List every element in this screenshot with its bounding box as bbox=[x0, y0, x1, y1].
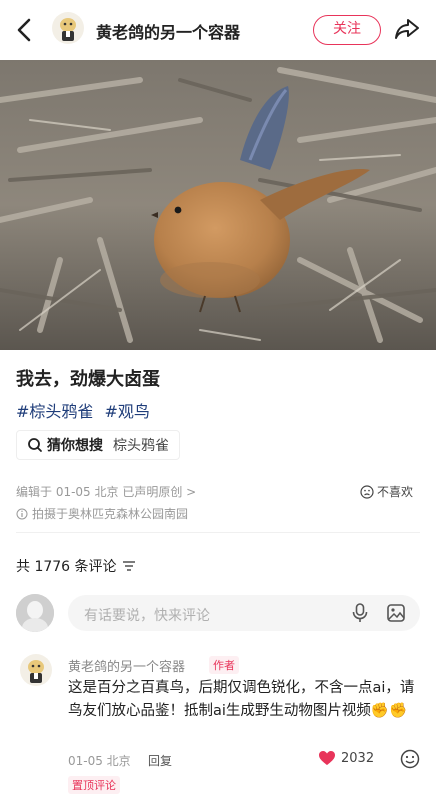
pinned-badge: 置顶评论 bbox=[68, 776, 120, 794]
top-bar: 黄老鸽的另一个容器 关注 bbox=[0, 0, 436, 60]
guess-term[interactable]: 棕头鸦雀 bbox=[113, 435, 169, 455]
divider bbox=[16, 532, 420, 533]
my-avatar bbox=[16, 594, 54, 632]
post-photo[interactable] bbox=[0, 60, 436, 350]
like-count: 2032 bbox=[341, 750, 375, 766]
share-icon[interactable] bbox=[394, 16, 420, 42]
comment-count-label: 共 1776 条评论 bbox=[16, 559, 117, 575]
comment-placeholder: 有话要说，快来评论 bbox=[84, 608, 210, 624]
comment-text: 这是百分之百真鸟，后期仅调色锐化，不含一点ai，请鸟友们放心品鉴！抵制ai生成野… bbox=[68, 680, 415, 719]
author-badge: 作者 bbox=[209, 656, 239, 674]
post-tags: #棕头鸦雀 #观鸟 bbox=[16, 398, 156, 422]
comment-time: 01-05 北京 bbox=[68, 754, 131, 768]
sort-icon bbox=[122, 561, 135, 571]
author-avatar[interactable] bbox=[52, 12, 84, 44]
search-icon bbox=[28, 438, 42, 452]
commenter-avatar[interactable] bbox=[20, 654, 52, 686]
like-button[interactable]: 2032 bbox=[318, 750, 374, 766]
location-text: 拍摄于奥林匹克森林公园南园 bbox=[32, 507, 189, 521]
tag-link[interactable]: #棕头鸦雀 bbox=[16, 402, 93, 421]
post-title: 我去，劲爆大卤蛋 bbox=[16, 369, 160, 390]
follow-button[interactable]: 关注 bbox=[313, 15, 381, 45]
post-location: 拍摄于奥林匹克森林公园南园 bbox=[16, 505, 188, 522]
emoji-reaction-icon[interactable] bbox=[400, 749, 420, 769]
guess-search-chip[interactable]: 猜你想搜 棕头鸦雀 bbox=[16, 430, 180, 460]
microphone-icon[interactable] bbox=[350, 602, 370, 624]
dislike-button[interactable]: 不喜欢 bbox=[360, 483, 413, 500]
comment-input[interactable]: 有话要说，快来评论 bbox=[68, 595, 420, 631]
info-icon bbox=[16, 508, 28, 519]
dislike-label: 不喜欢 bbox=[377, 485, 414, 499]
back-arrow-icon[interactable] bbox=[12, 16, 38, 44]
sad-face-icon bbox=[360, 484, 374, 499]
tag-link[interactable]: #观鸟 bbox=[105, 402, 150, 421]
commenter-name[interactable]: 黄老鸽的另一个容器 bbox=[68, 656, 185, 675]
author-name[interactable]: 黄老鸽的另一个容器 bbox=[96, 19, 240, 43]
comment-count[interactable]: 共 1776 条评论 bbox=[16, 556, 136, 576]
guess-label: 猜你想搜 bbox=[47, 438, 103, 454]
heart-icon bbox=[319, 751, 335, 765]
reply-button[interactable]: 回复 bbox=[148, 752, 172, 769]
post-meta[interactable]: 编辑于 01-05 北京 已声明原创 > bbox=[16, 483, 196, 500]
image-icon[interactable] bbox=[386, 603, 406, 623]
